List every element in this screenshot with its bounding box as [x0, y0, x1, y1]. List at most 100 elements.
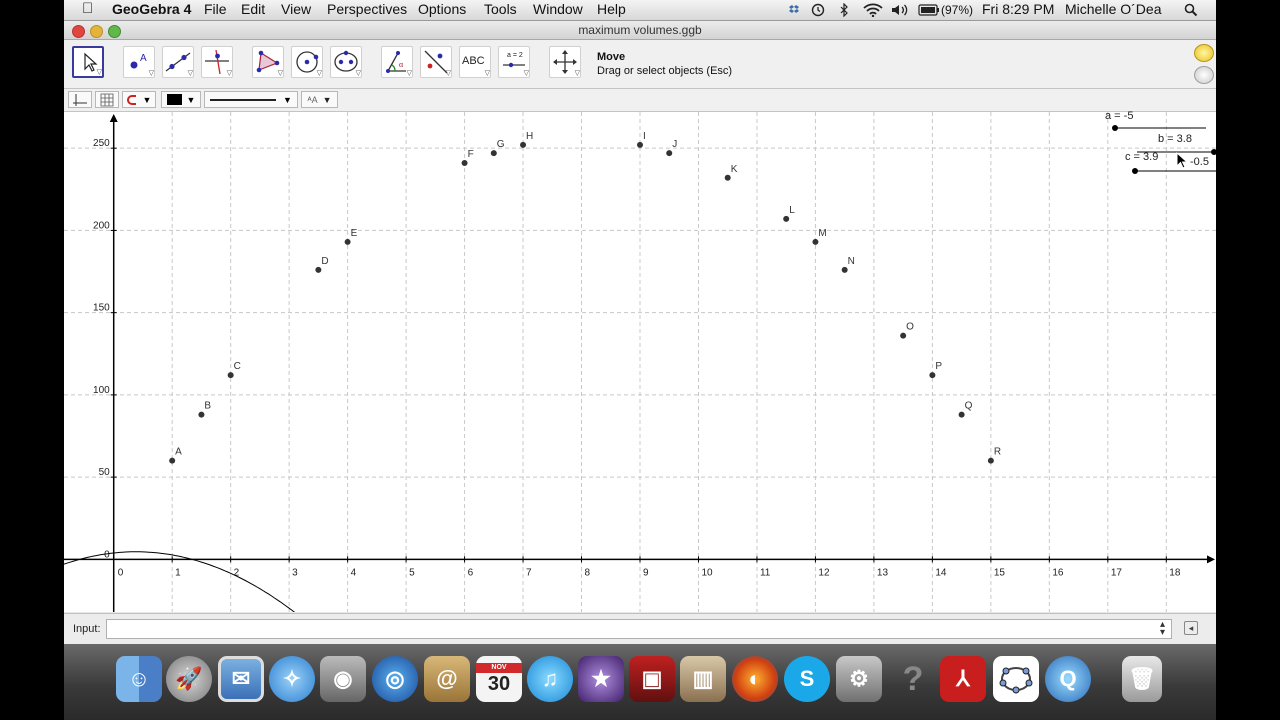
point-d[interactable] — [315, 266, 322, 273]
color-dropdown[interactable]: ▼ — [161, 91, 201, 108]
slider-extra-label: -0.5 — [1190, 156, 1209, 168]
menu-edit[interactable]: Edit — [241, 1, 265, 17]
polygon-tool-button[interactable]: ▽ — [252, 46, 284, 78]
conic-tool-button[interactable]: ▽ — [330, 46, 362, 78]
menu-perspectives[interactable]: Perspectives — [327, 1, 407, 17]
y-axis-arrow-icon — [109, 114, 118, 122]
text-size-dropdown[interactable]: ᴬA ▼ — [301, 91, 338, 108]
point-l[interactable] — [783, 215, 790, 222]
slider-c-handle[interactable] — [1132, 168, 1138, 174]
point-i[interactable] — [637, 141, 643, 148]
system-preferences-icon[interactable]: ⚙ — [836, 656, 882, 702]
point-o[interactable] — [900, 332, 907, 339]
angle-tool-button[interactable]: α ▽ — [381, 46, 413, 78]
point-b[interactable] — [198, 411, 205, 418]
slider-tool-button[interactable]: a = 2 ▽ — [498, 46, 530, 78]
wifi-icon[interactable] — [862, 2, 884, 17]
point-label-h: H — [526, 131, 533, 142]
point-e[interactable] — [344, 238, 351, 245]
point-j[interactable] — [666, 150, 673, 157]
x-tick-label: 14 — [935, 567, 947, 578]
point-tool-button[interactable]: A ▽ — [123, 46, 155, 78]
point-h[interactable] — [520, 141, 527, 148]
slider-b-label[interactable]: b = 3.8 — [1158, 133, 1192, 145]
line-style-dropdown[interactable]: ▼ — [204, 91, 298, 108]
menu-view[interactable]: View — [281, 1, 311, 17]
safari-icon[interactable]: ✧ — [269, 656, 315, 702]
point-label-n: N — [848, 256, 855, 267]
menu-window[interactable]: Window — [533, 1, 583, 17]
toggle-grid-button[interactable] — [95, 91, 119, 108]
input-help-icon[interactable]: ◂ — [1184, 621, 1198, 635]
point-label-l: L — [789, 205, 795, 216]
facetime-icon[interactable]: ◉ — [320, 656, 366, 702]
slider-c-label[interactable]: c = 3.9 — [1125, 151, 1158, 163]
menu-tools[interactable]: Tools — [484, 1, 517, 17]
address-book-icon[interactable]: @ — [424, 656, 470, 702]
x-tick-label: 17 — [1111, 567, 1123, 578]
quicktime-icon[interactable]: Q — [1045, 656, 1091, 702]
imovie-icon[interactable]: ★ — [578, 656, 624, 702]
reflect-tool-button[interactable]: ▽ — [420, 46, 452, 78]
graphics-view[interactable]: 0 1 2 3 4 5 6 7 8 9 10 11 12 13 14 15 16 17 18 0 50 100 150 200… — [64, 110, 1216, 616]
menubar-user[interactable]: Michelle O´Dea — [1065, 1, 1161, 17]
function-curve[interactable] — [64, 551, 299, 616]
app-menu[interactable]: GeoGebra 4 — [112, 1, 191, 17]
undo-icon[interactable] — [1194, 44, 1214, 62]
scatter-plot[interactable]: 0 1 2 3 4 5 6 7 8 9 10 11 12 13 14 15 16 17 18050100150200… — [64, 112, 1216, 616]
acrobat-icon[interactable]: ⅄ — [940, 656, 986, 702]
input-field[interactable] — [106, 619, 1172, 639]
menu-file[interactable]: File — [204, 1, 227, 17]
photo-booth-icon[interactable]: ▣ — [629, 656, 675, 702]
point-capturing-dropdown[interactable]: ▼ — [122, 91, 156, 108]
menu-help[interactable]: Help — [597, 1, 626, 17]
point-n[interactable] — [841, 266, 848, 273]
window-title: maximum volumes.ggb — [578, 23, 702, 37]
point-k[interactable] — [724, 174, 731, 181]
redo-icon[interactable] — [1194, 66, 1214, 84]
line-tool-button[interactable]: ▽ — [162, 46, 194, 78]
trash-icon[interactable]: 🗑 — [1122, 656, 1162, 702]
point-g[interactable] — [490, 150, 497, 157]
bluetooth-icon[interactable] — [836, 2, 852, 17]
text-tool-button[interactable]: ABC ▽ — [459, 46, 491, 78]
firefox-icon[interactable]: ◐ — [732, 656, 778, 702]
point-q[interactable] — [958, 411, 965, 418]
point-c[interactable] — [227, 372, 234, 379]
text-tool-label: ABC — [462, 55, 485, 67]
circle-tool-button[interactable]: ▽ — [291, 46, 323, 78]
skype-icon[interactable]: S — [784, 656, 830, 702]
slider-b-handle[interactable] — [1211, 149, 1216, 155]
move-tool-button[interactable]: ▽ — [72, 46, 104, 78]
help-icon[interactable]: ? — [890, 656, 936, 702]
launchpad-icon[interactable]: 🚀 — [166, 656, 212, 702]
slider-a-handle[interactable] — [1112, 125, 1118, 131]
move-graphics-view-tool-button[interactable]: ▽ — [549, 46, 581, 78]
point-m[interactable] — [812, 238, 819, 245]
perpendicular-line-tool-button[interactable]: ▽ — [201, 46, 233, 78]
mail-icon[interactable]: ✉ — [218, 656, 264, 702]
slider-a-label[interactable]: a = -5 — [1105, 110, 1133, 122]
iphoto-icon[interactable]: ▥ — [680, 656, 726, 702]
tool-name: Move — [597, 51, 626, 63]
battery-icon[interactable] — [918, 2, 940, 17]
point-p[interactable] — [929, 372, 936, 379]
point-f[interactable] — [461, 159, 468, 166]
finder-icon[interactable]: ☺ — [116, 656, 162, 702]
ical-icon[interactable]: NOV 30 — [476, 656, 522, 702]
spotlight-icon[interactable] — [1183, 2, 1199, 17]
time-machine-icon[interactable] — [810, 2, 826, 17]
dropbox-icon[interactable] — [786, 2, 802, 17]
input-history-stepper[interactable]: ▴ ▾ — [1160, 620, 1165, 638]
menubar-clock[interactable]: Fri 8:29 PM — [982, 1, 1054, 17]
x-tick-label: 16 — [1052, 567, 1064, 578]
volume-icon[interactable] — [890, 2, 910, 17]
point-a[interactable] — [169, 457, 176, 464]
itunes-icon[interactable]: ♫ — [527, 656, 573, 702]
point-r[interactable] — [987, 457, 994, 464]
google-earth-icon[interactable]: ◎ — [372, 656, 418, 702]
apple-menu-icon[interactable]:  — [82, 0, 93, 17]
toggle-axes-button[interactable] — [68, 91, 92, 108]
geogebra-icon[interactable] — [993, 656, 1039, 702]
menu-options[interactable]: Options — [418, 1, 466, 17]
